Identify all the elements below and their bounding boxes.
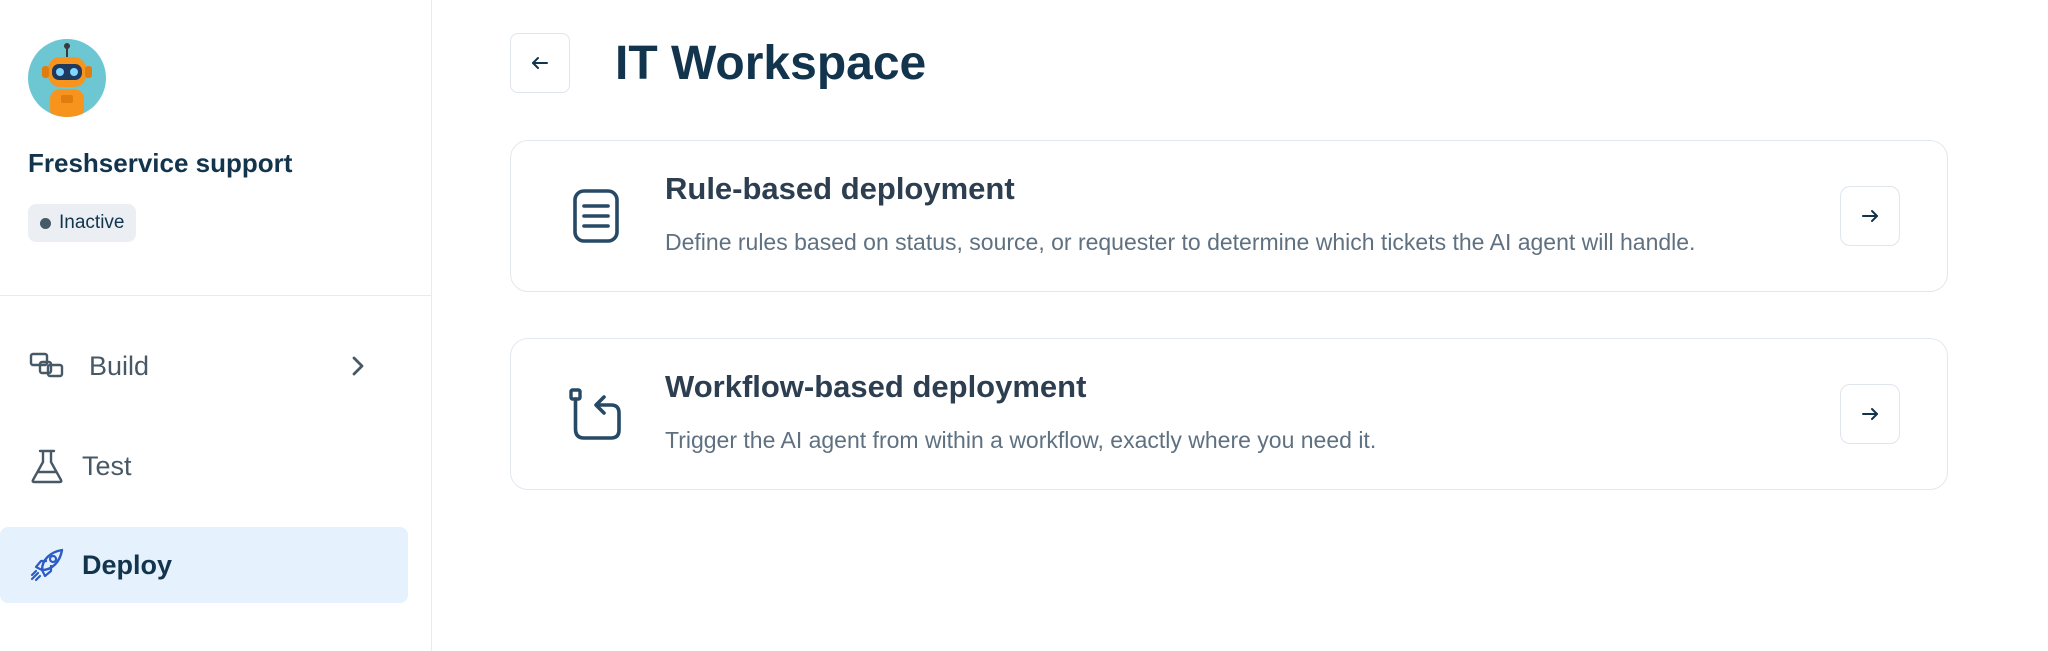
agent-name: Freshservice support	[28, 148, 293, 178]
workflow-based-deployment-card[interactable]: Workflow-based deployment Trigger the AI…	[510, 338, 1948, 490]
status-label: Inactive	[59, 212, 125, 233]
sidebar-item-build-label: Build	[89, 350, 150, 381]
open-workflow-based-button[interactable]	[1840, 384, 1900, 444]
sidebar-item-deploy-label: Deploy	[82, 549, 173, 580]
card-title: Workflow-based deployment	[665, 369, 1087, 404]
open-rule-based-button[interactable]	[1840, 186, 1900, 246]
build-icon	[29, 352, 64, 378]
sidebar-item-test-label: Test	[82, 450, 132, 481]
status-badge: Inactive	[28, 204, 137, 242]
card-description: Trigger the AI agent from within a workf…	[665, 427, 1377, 453]
rocket-icon	[30, 548, 64, 582]
agent-avatar	[28, 39, 106, 117]
arrow-left-icon	[532, 57, 548, 69]
workflow-return-icon	[569, 388, 621, 440]
arrow-right-icon	[1862, 210, 1878, 222]
sidebar-item-test[interactable]: Test	[0, 428, 408, 504]
arrow-right-icon	[1862, 408, 1878, 420]
status-dot-icon	[40, 217, 51, 229]
document-list-icon	[573, 189, 619, 243]
sidebar-divider	[0, 295, 432, 296]
sidebar-item-deploy[interactable]: Deploy	[0, 527, 408, 603]
chevron-right-icon	[352, 356, 364, 376]
sidebar-item-build[interactable]: Build	[0, 328, 408, 404]
flask-icon	[31, 449, 63, 484]
page-title: IT Workspace	[615, 37, 927, 90]
rule-based-deployment-card[interactable]: Rule-based deployment Define rules based…	[510, 140, 1948, 292]
card-description: Define rules based on status, source, or…	[665, 229, 1696, 255]
sidebar: Freshservice support Inactive Build Test	[0, 0, 432, 651]
robot-icon	[42, 43, 92, 117]
card-title: Rule-based deployment	[665, 171, 1015, 206]
back-button[interactable]	[510, 33, 570, 93]
